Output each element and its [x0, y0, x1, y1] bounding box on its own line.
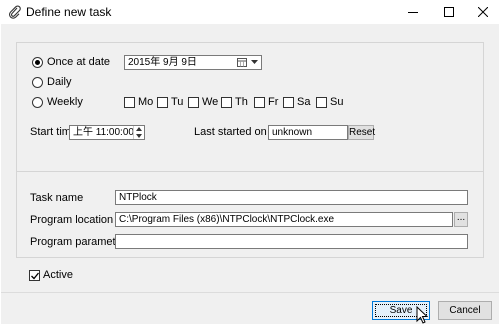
dialog-client-area: Once at date 2015年 9月 9日 Daily Weekly Mo…: [1, 24, 499, 324]
program-parameters-input[interactable]: [115, 234, 468, 249]
day-label-we: We: [202, 96, 219, 108]
calendar-icon: [237, 58, 247, 67]
daily-radio[interactable]: [32, 77, 43, 88]
last-started-value: unknown: [272, 127, 313, 138]
day-label-su: Su: [330, 96, 344, 108]
paperclip-icon: [9, 5, 21, 19]
minimize-icon: [408, 12, 418, 13]
date-picker[interactable]: 2015年 9月 9日: [124, 55, 262, 70]
last-started-label: Last started on: [194, 126, 267, 138]
weekly-radio[interactable]: [32, 97, 43, 108]
day-checkbox-fr[interactable]: [254, 97, 265, 108]
reset-button-label: Reset: [349, 127, 376, 138]
day-label-mo: Mo: [138, 96, 154, 108]
program-location-value: C:\Program Files (x86)\NTPClock\NTPClock…: [119, 214, 335, 225]
day-label-fr: Fr: [268, 96, 279, 108]
title-bar: Define new task: [0, 0, 500, 24]
day-label-sa: Sa: [297, 96, 311, 108]
active-label: Active: [43, 269, 73, 281]
cancel-button[interactable]: Cancel: [438, 301, 492, 320]
spin-down-icon[interactable]: [136, 134, 142, 138]
close-button[interactable]: [466, 0, 500, 24]
once-at-date-radio[interactable]: [32, 57, 43, 68]
browse-button-label: ...: [456, 212, 466, 223]
start-time-value: 上午 11:00:00: [73, 127, 134, 138]
day-checkbox-su[interactable]: [316, 97, 327, 108]
maximize-button[interactable]: [432, 0, 466, 24]
cancel-button-label: Cancel: [449, 305, 481, 316]
maximize-icon: [444, 7, 454, 17]
day-label-th: Th: [235, 96, 248, 108]
spin-up-icon[interactable]: [136, 127, 142, 131]
save-button-label: Save: [389, 305, 413, 316]
day-checkbox-tu[interactable]: [157, 97, 168, 108]
day-checkbox-mo[interactable]: [124, 97, 135, 108]
window-title: Define new task: [26, 5, 112, 19]
schedule-group: Once at date 2015年 9月 9日 Daily Weekly Mo…: [16, 42, 484, 180]
browse-button[interactable]: ...: [454, 212, 468, 227]
mouse-cursor-icon: [416, 306, 428, 324]
start-time-picker[interactable]: 上午 11:00:00: [69, 125, 145, 140]
footer-divider: [1, 292, 499, 293]
program-location-label: Program location: [30, 214, 114, 226]
date-value: 2015年 9月 9日: [128, 57, 197, 68]
task-name-input[interactable]: NTPlock: [115, 190, 468, 205]
weekly-label: Weekly: [47, 96, 83, 108]
day-checkbox-th[interactable]: [221, 97, 232, 108]
close-icon: [478, 7, 488, 17]
minimize-button[interactable]: [396, 0, 430, 24]
day-checkbox-we[interactable]: [188, 97, 199, 108]
once-at-date-label: Once at date: [47, 56, 110, 68]
day-label-tu: Tu: [171, 96, 184, 108]
task-name-label: Task name: [30, 192, 84, 204]
last-started-field: unknown: [268, 125, 348, 140]
reset-button[interactable]: Reset: [348, 125, 376, 140]
active-checkbox[interactable]: [29, 270, 40, 281]
program-location-input[interactable]: C:\Program Files (x86)\NTPClock\NTPClock…: [115, 212, 453, 227]
chevron-down-icon[interactable]: [251, 60, 258, 65]
time-spinner[interactable]: [133, 126, 144, 139]
daily-label: Daily: [47, 76, 72, 88]
day-checkbox-sa[interactable]: [283, 97, 294, 108]
program-group: Task name NTPlock Program location C:\Pr…: [16, 171, 484, 258]
task-name-value: NTPlock: [119, 192, 157, 203]
checkmark-icon: [31, 272, 39, 280]
